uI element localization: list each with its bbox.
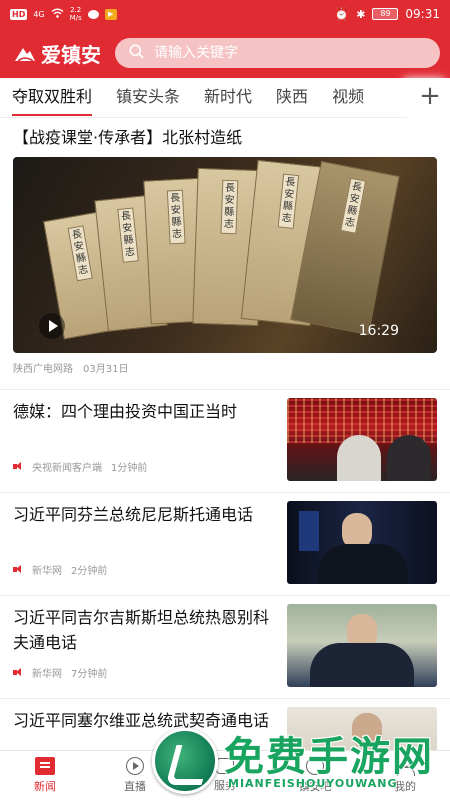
book-label: 長安縣志: [67, 225, 93, 282]
hd-badge: HD: [10, 8, 28, 20]
search-input[interactable]: [154, 45, 426, 61]
plus-icon: +: [419, 81, 441, 111]
forum-icon: [306, 757, 324, 775]
speaker-icon[interactable]: [13, 668, 23, 677]
featured-article-title[interactable]: 【战疫课堂·传承者】北张村造纸: [13, 126, 437, 150]
nav-forum-label: 镇安吧: [298, 780, 332, 793]
nav-service[interactable]: 服务: [180, 751, 270, 800]
service-icon: [216, 758, 234, 774]
article-date: 03月31日: [83, 364, 129, 375]
article-source: 新华网: [32, 566, 62, 577]
video-thumbnail[interactable]: 長安縣志 長安縣志 長安縣志 長安縣志 長安縣志 長安縣志 16:29: [13, 157, 437, 353]
person-image: [352, 713, 382, 749]
book-label: 長安縣志: [117, 207, 139, 263]
news-thumbnail[interactable]: [287, 501, 437, 584]
channel-tabs: 夺取双胜利 镇安头条 新时代 陕西 视频 +: [0, 78, 450, 118]
nav-me-label: 我的: [394, 780, 416, 793]
article-meta: 央视新闻客户端 1分钟前: [13, 459, 147, 474]
app-name: 爱镇安: [41, 42, 101, 67]
play-circle-icon: [126, 757, 144, 775]
bluetooth-icon: ✱: [356, 7, 366, 21]
news-item[interactable]: 习近平同芬兰总统尼尼斯托通电话 新华网 2分钟前: [0, 493, 450, 596]
tab-shaanxi[interactable]: 陕西: [276, 78, 308, 118]
search-bar[interactable]: [115, 38, 440, 68]
tab-video[interactable]: 视频: [332, 78, 364, 118]
nav-forum[interactable]: 镇安吧: [270, 751, 360, 800]
news-title[interactable]: 德媒：四个理由投资中国正当时: [13, 399, 275, 424]
chat-notification-icon: [87, 9, 99, 19]
tab-zhenan-headlines[interactable]: 镇安头条: [116, 78, 180, 118]
add-channel-button[interactable]: +: [410, 78, 450, 118]
nav-service-label: 服务: [214, 779, 236, 792]
article-time: 7分钟前: [71, 669, 108, 680]
app-logo[interactable]: 爱镇安: [14, 39, 101, 68]
nav-live[interactable]: 直播: [90, 751, 180, 800]
book-label: 長安縣志: [277, 173, 300, 229]
person-image: [318, 544, 408, 584]
tab-double-victory[interactable]: 夺取双胜利: [12, 78, 93, 118]
status-bar: HD 4G 2.2 M/s ▶ ⏰ ✱ 89 09:31: [0, 0, 450, 28]
news-title[interactable]: 习近平同塞尔维亚总统武契奇通电话: [13, 708, 275, 733]
app-header: 爱镇安: [0, 28, 450, 78]
book-label: 長安縣志: [220, 179, 239, 235]
featured-video-article[interactable]: 【战疫课堂·传承者】北张村造纸 長安縣志 長安縣志 長安縣志 長安縣志 長安縣志…: [0, 118, 450, 390]
news-thumbnail[interactable]: [287, 604, 437, 687]
person-image: [387, 435, 431, 481]
speed-value: 2.2: [70, 6, 82, 14]
nav-news[interactable]: 新闻: [0, 751, 90, 800]
search-icon: [129, 44, 144, 63]
article-meta: 新华网 7分钟前: [13, 665, 107, 680]
bottom-navigation: 新闻 直播 服务 镇安吧 我的: [0, 750, 450, 800]
video-notification-icon: ▶: [104, 8, 117, 20]
news-title[interactable]: 习近平同吉尔吉斯斯坦总统热恩别科夫通电话: [13, 605, 275, 655]
wifi-icon: [51, 8, 64, 21]
network-speed: 2.2 M/s: [70, 6, 82, 22]
article-meta: 陕西广电网路 03月31日: [13, 360, 437, 375]
book-label: 長安縣志: [166, 189, 186, 245]
person-image: [337, 435, 381, 481]
news-item[interactable]: 德媒：四个理由投资中国正当时 央视新闻客户端 1分钟前: [0, 390, 450, 493]
speaker-icon[interactable]: [13, 462, 23, 471]
news-thumbnail[interactable]: [287, 398, 437, 481]
battery-icon: 89: [372, 8, 399, 20]
alarm-icon: ⏰: [334, 7, 350, 21]
book-label: 長安縣志: [340, 177, 367, 234]
article-meta: 新华网 2分钟前: [13, 562, 107, 577]
article-source: 陕西广电网路: [13, 364, 73, 375]
article-source: 新华网: [32, 669, 62, 680]
nav-live-label: 直播: [124, 780, 146, 793]
nav-news-label: 新闻: [34, 780, 56, 793]
flag-image: [299, 511, 319, 551]
clock: 09:31: [405, 7, 440, 21]
user-icon: [396, 757, 415, 776]
play-icon[interactable]: [39, 313, 65, 339]
news-title[interactable]: 习近平同芬兰总统尼尼斯托通电话: [13, 502, 275, 527]
nav-me[interactable]: 我的: [360, 751, 450, 800]
article-source: 央视新闻客户端: [32, 463, 102, 474]
speed-unit: M/s: [69, 14, 82, 22]
speaker-icon[interactable]: [13, 565, 23, 574]
news-item[interactable]: 习近平同吉尔吉斯斯坦总统热恩别科夫通电话 新华网 7分钟前: [0, 596, 450, 699]
person-image: [310, 643, 414, 687]
tab-new-era[interactable]: 新时代: [204, 78, 252, 118]
signal-indicator: 4G: [33, 9, 45, 19]
article-time: 1分钟前: [111, 463, 148, 474]
video-duration: 16:29: [358, 323, 399, 339]
newspaper-icon: [35, 757, 55, 775]
logo-icon: [14, 44, 36, 62]
article-time: 2分钟前: [71, 566, 108, 577]
